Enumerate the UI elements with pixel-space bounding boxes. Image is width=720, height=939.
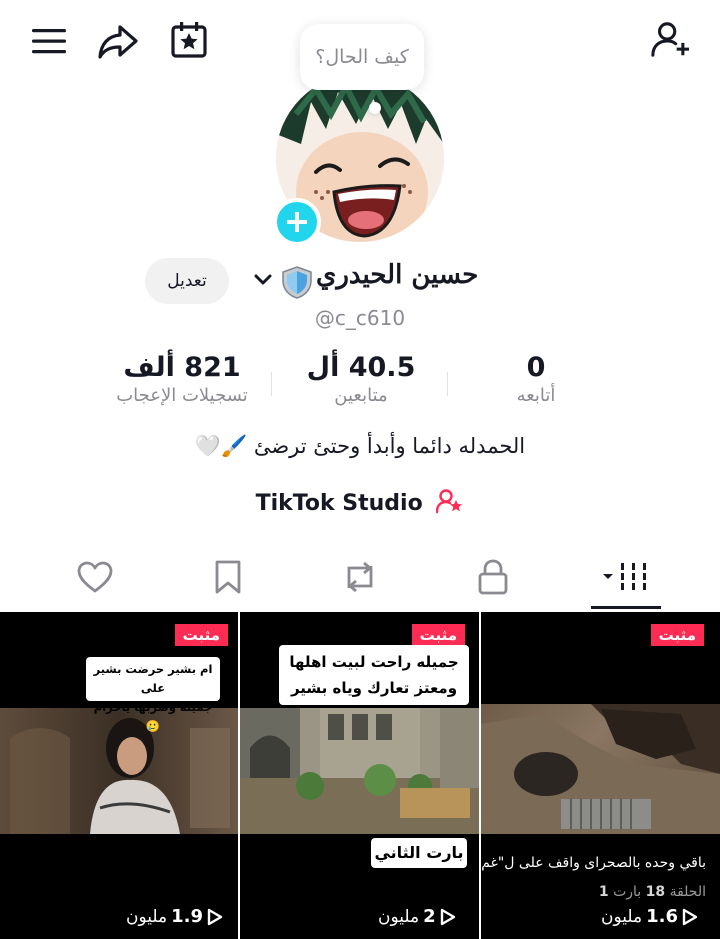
tab-videos[interactable] <box>591 548 661 606</box>
creator-star-icon <box>436 489 463 514</box>
stat-followers[interactable]: 40.5 أل متابعين <box>281 352 441 406</box>
caption-line: جميله راحت لبيت اهلها <box>289 653 459 671</box>
views-unit: مليون <box>378 906 420 927</box>
profile-tabs <box>0 548 720 610</box>
part-label: بارت <box>613 884 642 900</box>
active-tab-indicator <box>591 606 661 609</box>
caption-line: ومعتز تعارك وياه بشير <box>290 679 458 697</box>
stat-value: 0 <box>526 352 546 383</box>
stat-value: 40.5 أل <box>306 352 416 383</box>
lock-icon <box>478 559 508 595</box>
add-friend-icon[interactable] <box>650 20 690 60</box>
chevron-down-icon[interactable] <box>253 270 273 290</box>
menu-icon[interactable] <box>29 21 69 61</box>
shield-icon <box>281 265 313 299</box>
views-unit: مليون <box>601 906 643 927</box>
views-value: 1.9 <box>171 906 204 927</box>
views-value: 2 <box>423 906 436 927</box>
bookmark-icon <box>215 560 241 594</box>
soldier-figure <box>481 704 720 834</box>
views-unit: مليون <box>126 906 168 927</box>
edit-profile-button[interactable]: تعديل <box>145 258 229 304</box>
play-icon <box>207 908 223 925</box>
stat-divider <box>447 372 448 396</box>
status-text: كيف الحال؟ <box>315 46 409 68</box>
display-name: حسين الحيدري <box>316 260 479 290</box>
video-thumbnail[interactable]: مثبت ام بشير حرضت بشير على جميله وضربها … <box>0 612 238 939</box>
stat-following[interactable]: 0 أتابعه <box>456 352 616 406</box>
repost-icon <box>347 561 373 593</box>
views-value: 1.6 <box>646 906 679 927</box>
video-grid: مثبت باقي وحده بالصحراى واقف على ل"غم ال… <box>0 612 720 939</box>
stat-divider <box>271 372 272 396</box>
view-count: مليون 2 <box>378 906 456 927</box>
share-icon[interactable] <box>98 22 138 62</box>
episode-prefix: الحلقة <box>669 884 706 900</box>
episode-number: 18 <box>645 884 666 900</box>
pinned-badge: مثبت <box>174 624 228 646</box>
pinned-badge: مثبت <box>411 624 465 646</box>
part-number: 1 <box>598 884 609 900</box>
video-subtitle: باقي وحده بالصحراى واقف على ل"غم <box>481 855 706 871</box>
caption-line: ام بشير حرضت بشير على <box>93 662 213 695</box>
video-thumbnail[interactable]: مثبت جميله راحت لبيت اهلها ومعتز تعارك و… <box>240 612 479 939</box>
video-frame <box>481 704 720 834</box>
bubble-tail <box>369 102 381 114</box>
edit-label: تعديل <box>167 271 207 291</box>
heart-icon <box>77 561 113 593</box>
view-count: مليون 1.9 <box>126 906 223 927</box>
handle-text: @c_c610 <box>314 306 406 330</box>
pinned-badge: مثبت <box>650 624 704 646</box>
video-caption: ام بشير حرضت بشير على جميله وضربها ياحرا… <box>86 657 220 733</box>
caption-line: جميله وضربها ياحرام 🥲 <box>93 700 213 733</box>
tab-private[interactable] <box>458 548 528 606</box>
stat-label: تسجيلات الإعجاب <box>116 385 248 406</box>
grid-icon <box>603 563 646 590</box>
bio-text: الحمدله دائما وأبدأ وحتئ ترضئ 🖌️🤍 <box>194 434 526 458</box>
stat-value: 821 ألف <box>123 352 241 383</box>
tab-reposts[interactable] <box>325 548 395 606</box>
video-thumbnail[interactable]: مثبت باقي وحده بالصحراى واقف على ل"غم ال… <box>481 612 720 939</box>
courtyard-scene <box>240 708 479 834</box>
tab-favorites[interactable] <box>193 548 263 606</box>
play-icon <box>682 908 698 925</box>
username-handle: @c_c610 <box>0 306 720 330</box>
add-avatar-button[interactable] <box>273 198 321 246</box>
play-icon <box>440 908 455 925</box>
name-row: تعديل حسين الحيدري <box>0 258 720 304</box>
video-caption: جميله راحت لبيت اهلها ومعتز تعارك وياه ب… <box>279 645 469 705</box>
view-count: مليون 1.6 <box>601 906 698 927</box>
calendar-star-icon[interactable] <box>169 20 209 60</box>
stat-likes[interactable]: 821 ألف تسجيلات الإعجاب <box>102 352 262 406</box>
video-frame <box>240 708 479 834</box>
stat-label: أتابعه <box>516 385 556 406</box>
tab-liked[interactable] <box>60 548 130 606</box>
episode-label: الحلقة 18 بارت 1 <box>599 884 706 900</box>
stat-label: متابعين <box>334 385 388 406</box>
plus-icon <box>287 212 307 232</box>
status-bubble[interactable]: كيف الحال؟ <box>300 24 424 90</box>
tiktok-studio-link[interactable]: TikTok Studio <box>0 488 720 516</box>
studio-label: TikTok Studio <box>255 491 423 516</box>
bottom-caption: بارت الثاني <box>371 838 467 868</box>
